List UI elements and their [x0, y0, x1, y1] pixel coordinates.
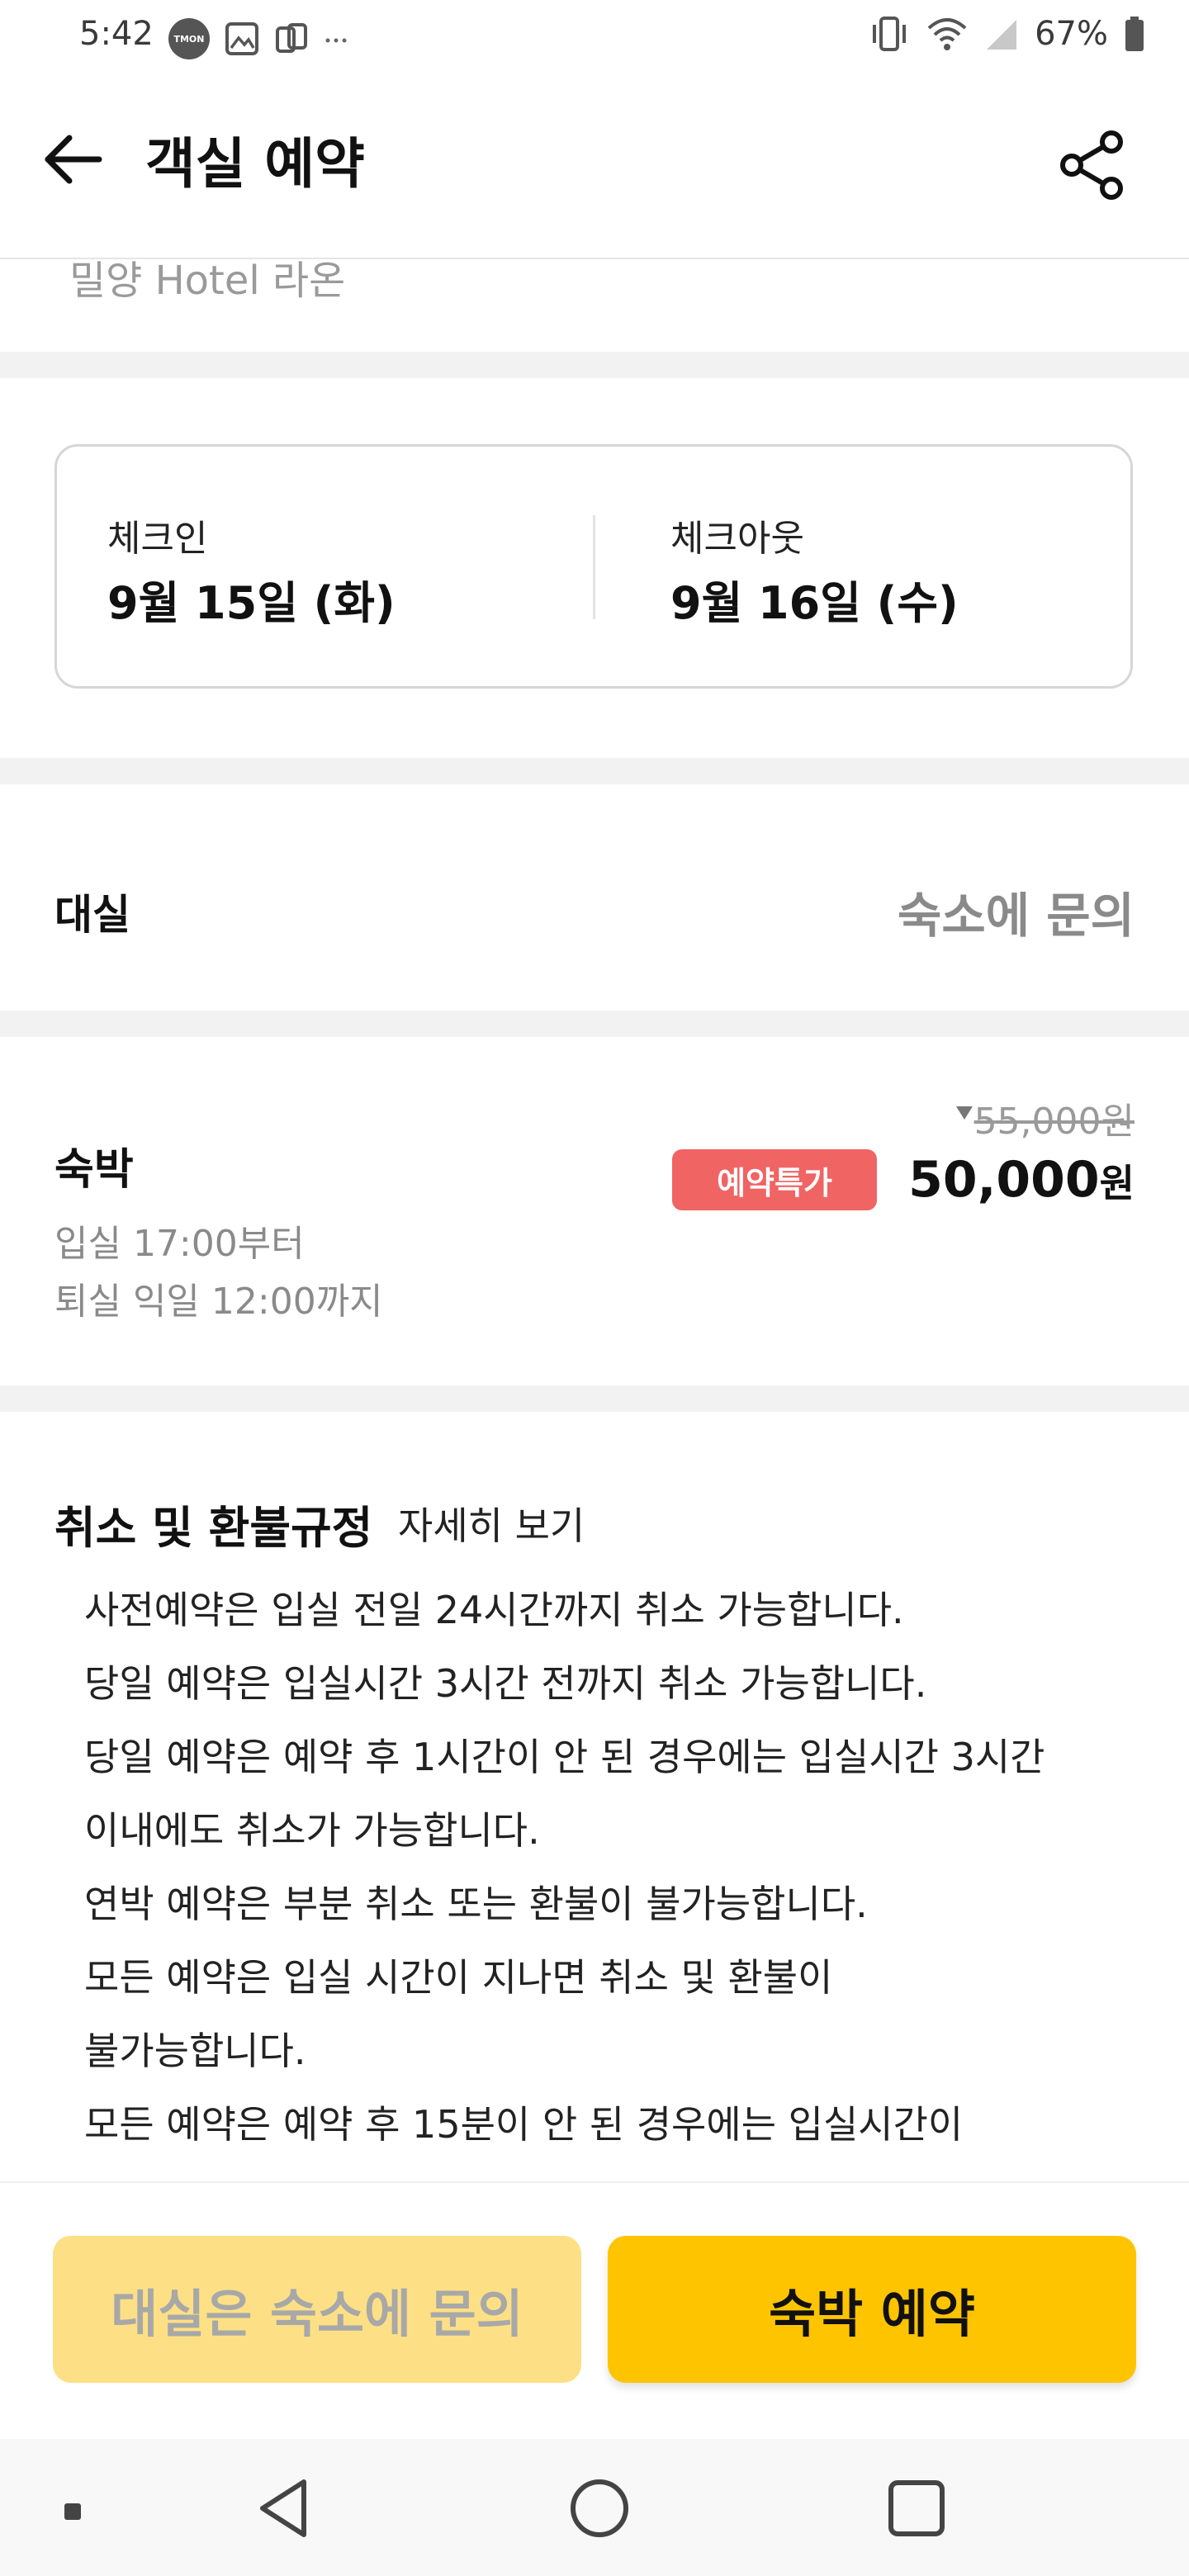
sale-price-unit: 원: [1099, 1161, 1135, 1205]
back-arrow-icon[interactable]: [38, 124, 109, 195]
policy-line: 연박 예약은 부분 취소 또는 환불이 불가능합니다.: [84, 1882, 868, 1926]
app-bar-divider: [0, 258, 1189, 259]
checkin-date[interactable]: 9월 15일 (화): [107, 566, 396, 632]
share-icon[interactable]: [1050, 124, 1133, 206]
policy-detail-link[interactable]: 자세히 보기: [398, 1496, 585, 1551]
policy-line: 모든 예약은 입실 시간이 지나면 취소 및 환불이: [84, 1955, 833, 2000]
checkin-label: 체크인: [107, 518, 208, 560]
checkout-label: 체크아웃: [670, 518, 804, 560]
section-separator: [0, 1385, 1189, 1412]
deal-badge: 예약특가: [672, 1149, 877, 1210]
vibrate-icon: [873, 17, 907, 51]
stay-checkin-time: 입실 17:00부터: [54, 1223, 305, 1265]
rent-inquiry-button[interactable]: 대실은 숙소에 문의: [53, 2236, 581, 2383]
price-down-icon: [956, 1106, 973, 1120]
policy-line: 이내에도 취소가 가능합니다.: [84, 1808, 540, 1853]
checkout-date[interactable]: 9월 16일 (수): [670, 566, 959, 632]
rent-label: 대실: [54, 891, 130, 939]
original-price: 55,000원: [973, 1101, 1135, 1143]
hotel-name: 밀양 Hotel 라온: [69, 258, 346, 304]
signal-icon: [987, 20, 1017, 50]
battery-percent: 67%: [1035, 15, 1108, 53]
page-title: 객실 예약: [145, 132, 365, 196]
stay-reserve-button[interactable]: 숙박 예약: [608, 2236, 1136, 2383]
overview-square-icon[interactable]: [887, 2479, 946, 2538]
tmon-icon: TMON: [168, 18, 210, 59]
status-icons-right: 67%: [868, 15, 1146, 53]
policy-line: 사전예약은 입실 전일 24시간까지 취소 가능합니다.: [84, 1588, 904, 1632]
recent-dot-icon[interactable]: [63, 2502, 83, 2522]
policy-line: 당일 예약은 예약 후 1시간이 안 된 경우에는 입실시간 3시간: [84, 1735, 1045, 1779]
section-separator: [0, 1011, 1189, 1037]
battery-icon: [1125, 17, 1144, 51]
home-circle-icon[interactable]: [568, 2477, 631, 2540]
date-divider: [593, 515, 595, 619]
stay-title: 숙박: [54, 1145, 134, 1195]
screen-mirror-icon: [276, 23, 307, 53]
section-separator: [0, 352, 1189, 378]
stay-checkout-time: 퇴실 익일 12:00까지: [54, 1281, 383, 1323]
section-separator: [0, 758, 1189, 784]
status-time: 5:42: [79, 15, 154, 53]
sale-price: 50,000원: [908, 1151, 1135, 1209]
policy-line: 불가능합니다.: [84, 2029, 306, 2073]
wifi-icon: [927, 18, 967, 50]
policy-line: 모든 예약은 예약 후 15분이 안 된 경우에는 입실시간이: [84, 2102, 964, 2147]
more-icon: [325, 38, 347, 43]
back-triangle-icon[interactable]: [253, 2475, 319, 2541]
policy-line: 당일 예약은 입실시간 3시간 전까지 취소 가능합니다.: [84, 1661, 927, 1706]
sale-price-amount: 50,000: [908, 1151, 1100, 1209]
gallery-icon: [225, 22, 258, 55]
rent-inquiry-text: 숙소에 문의: [898, 888, 1135, 944]
policy-title: 취소 및 환불규정: [54, 1502, 373, 1554]
policy-list: 사전예약은 입실 전일 24시간까지 취소 가능합니다. 당일 예약은 입실시간…: [84, 1574, 1158, 2162]
status-icons-left: TMON: [168, 18, 348, 59]
